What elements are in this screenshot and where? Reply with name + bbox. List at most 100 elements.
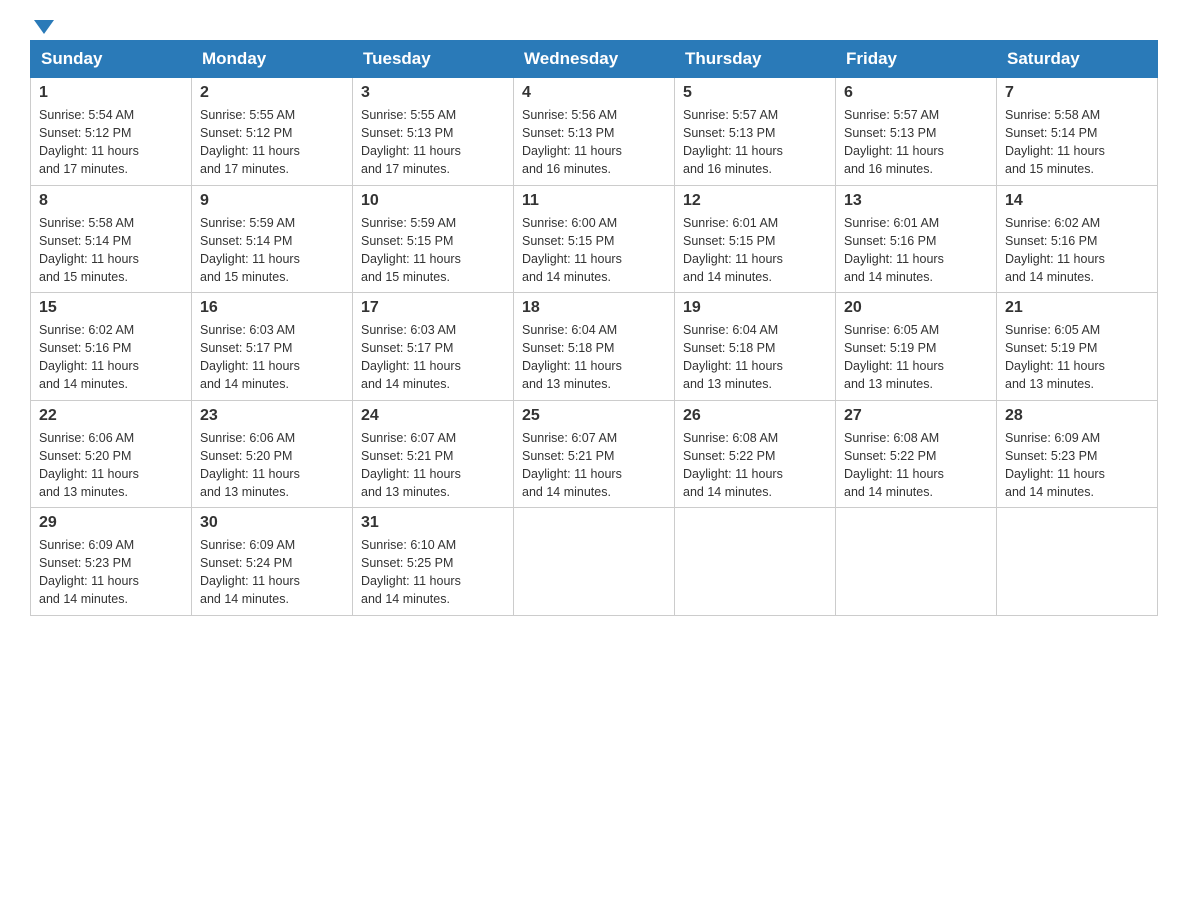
day-number: 13 [844, 192, 988, 210]
day-number: 23 [200, 407, 344, 425]
day-number: 25 [522, 407, 666, 425]
calendar-week-row: 1 Sunrise: 5:54 AMSunset: 5:12 PMDayligh… [31, 78, 1158, 186]
weekday-header-sunday: Sunday [31, 41, 192, 78]
day-info: Sunrise: 6:00 AMSunset: 5:15 PMDaylight:… [522, 214, 666, 287]
day-info: Sunrise: 6:04 AMSunset: 5:18 PMDaylight:… [522, 321, 666, 394]
calendar-cell: 1 Sunrise: 5:54 AMSunset: 5:12 PMDayligh… [31, 78, 192, 186]
calendar-cell [675, 508, 836, 616]
day-number: 27 [844, 407, 988, 425]
day-info: Sunrise: 6:09 AMSunset: 5:23 PMDaylight:… [39, 536, 183, 609]
day-info: Sunrise: 6:02 AMSunset: 5:16 PMDaylight:… [39, 321, 183, 394]
logo-general-text [30, 20, 54, 34]
day-number: 5 [683, 84, 827, 102]
calendar-cell: 14 Sunrise: 6:02 AMSunset: 5:16 PMDaylig… [997, 185, 1158, 293]
calendar-cell: 2 Sunrise: 5:55 AMSunset: 5:12 PMDayligh… [192, 78, 353, 186]
weekday-header-saturday: Saturday [997, 41, 1158, 78]
day-info: Sunrise: 6:07 AMSunset: 5:21 PMDaylight:… [361, 429, 505, 502]
calendar-cell: 3 Sunrise: 5:55 AMSunset: 5:13 PMDayligh… [353, 78, 514, 186]
day-number: 15 [39, 299, 183, 317]
calendar-cell: 13 Sunrise: 6:01 AMSunset: 5:16 PMDaylig… [836, 185, 997, 293]
day-number: 12 [683, 192, 827, 210]
day-info: Sunrise: 5:55 AMSunset: 5:12 PMDaylight:… [200, 106, 344, 179]
logo [30, 20, 54, 30]
calendar-cell: 19 Sunrise: 6:04 AMSunset: 5:18 PMDaylig… [675, 293, 836, 401]
day-number: 9 [200, 192, 344, 210]
day-info: Sunrise: 6:03 AMSunset: 5:17 PMDaylight:… [361, 321, 505, 394]
day-number: 16 [200, 299, 344, 317]
day-info: Sunrise: 5:57 AMSunset: 5:13 PMDaylight:… [683, 106, 827, 179]
calendar-week-row: 15 Sunrise: 6:02 AMSunset: 5:16 PMDaylig… [31, 293, 1158, 401]
day-info: Sunrise: 6:06 AMSunset: 5:20 PMDaylight:… [200, 429, 344, 502]
day-number: 18 [522, 299, 666, 317]
calendar-cell: 5 Sunrise: 5:57 AMSunset: 5:13 PMDayligh… [675, 78, 836, 186]
calendar-cell: 25 Sunrise: 6:07 AMSunset: 5:21 PMDaylig… [514, 400, 675, 508]
day-info: Sunrise: 5:59 AMSunset: 5:15 PMDaylight:… [361, 214, 505, 287]
day-info: Sunrise: 6:08 AMSunset: 5:22 PMDaylight:… [844, 429, 988, 502]
day-info: Sunrise: 5:58 AMSunset: 5:14 PMDaylight:… [1005, 106, 1149, 179]
day-info: Sunrise: 6:01 AMSunset: 5:15 PMDaylight:… [683, 214, 827, 287]
calendar-cell: 23 Sunrise: 6:06 AMSunset: 5:20 PMDaylig… [192, 400, 353, 508]
calendar-cell: 11 Sunrise: 6:00 AMSunset: 5:15 PMDaylig… [514, 185, 675, 293]
calendar-cell: 16 Sunrise: 6:03 AMSunset: 5:17 PMDaylig… [192, 293, 353, 401]
day-number: 6 [844, 84, 988, 102]
day-info: Sunrise: 5:59 AMSunset: 5:14 PMDaylight:… [200, 214, 344, 287]
day-number: 17 [361, 299, 505, 317]
day-info: Sunrise: 5:55 AMSunset: 5:13 PMDaylight:… [361, 106, 505, 179]
day-number: 2 [200, 84, 344, 102]
weekday-header-tuesday: Tuesday [353, 41, 514, 78]
calendar-table: SundayMondayTuesdayWednesdayThursdayFrid… [30, 40, 1158, 616]
day-info: Sunrise: 6:08 AMSunset: 5:22 PMDaylight:… [683, 429, 827, 502]
calendar-cell: 9 Sunrise: 5:59 AMSunset: 5:14 PMDayligh… [192, 185, 353, 293]
day-number: 31 [361, 514, 505, 532]
calendar-cell: 26 Sunrise: 6:08 AMSunset: 5:22 PMDaylig… [675, 400, 836, 508]
calendar-cell [997, 508, 1158, 616]
calendar-week-row: 29 Sunrise: 6:09 AMSunset: 5:23 PMDaylig… [31, 508, 1158, 616]
calendar-cell: 21 Sunrise: 6:05 AMSunset: 5:19 PMDaylig… [997, 293, 1158, 401]
day-info: Sunrise: 6:03 AMSunset: 5:17 PMDaylight:… [200, 321, 344, 394]
weekday-header-wednesday: Wednesday [514, 41, 675, 78]
calendar-week-row: 22 Sunrise: 6:06 AMSunset: 5:20 PMDaylig… [31, 400, 1158, 508]
calendar-cell: 4 Sunrise: 5:56 AMSunset: 5:13 PMDayligh… [514, 78, 675, 186]
calendar-cell: 27 Sunrise: 6:08 AMSunset: 5:22 PMDaylig… [836, 400, 997, 508]
day-info: Sunrise: 6:04 AMSunset: 5:18 PMDaylight:… [683, 321, 827, 394]
weekday-header-thursday: Thursday [675, 41, 836, 78]
weekday-header-monday: Monday [192, 41, 353, 78]
calendar-cell: 7 Sunrise: 5:58 AMSunset: 5:14 PMDayligh… [997, 78, 1158, 186]
day-number: 10 [361, 192, 505, 210]
day-info: Sunrise: 5:58 AMSunset: 5:14 PMDaylight:… [39, 214, 183, 287]
day-info: Sunrise: 6:10 AMSunset: 5:25 PMDaylight:… [361, 536, 505, 609]
calendar-cell: 29 Sunrise: 6:09 AMSunset: 5:23 PMDaylig… [31, 508, 192, 616]
calendar-cell: 17 Sunrise: 6:03 AMSunset: 5:17 PMDaylig… [353, 293, 514, 401]
day-info: Sunrise: 6:05 AMSunset: 5:19 PMDaylight:… [844, 321, 988, 394]
day-info: Sunrise: 5:54 AMSunset: 5:12 PMDaylight:… [39, 106, 183, 179]
calendar-cell: 22 Sunrise: 6:06 AMSunset: 5:20 PMDaylig… [31, 400, 192, 508]
page-header [30, 20, 1158, 30]
day-number: 24 [361, 407, 505, 425]
calendar-cell: 30 Sunrise: 6:09 AMSunset: 5:24 PMDaylig… [192, 508, 353, 616]
day-number: 21 [1005, 299, 1149, 317]
day-info: Sunrise: 6:01 AMSunset: 5:16 PMDaylight:… [844, 214, 988, 287]
calendar-cell: 8 Sunrise: 5:58 AMSunset: 5:14 PMDayligh… [31, 185, 192, 293]
day-info: Sunrise: 6:05 AMSunset: 5:19 PMDaylight:… [1005, 321, 1149, 394]
day-number: 19 [683, 299, 827, 317]
day-info: Sunrise: 6:09 AMSunset: 5:23 PMDaylight:… [1005, 429, 1149, 502]
calendar-cell: 6 Sunrise: 5:57 AMSunset: 5:13 PMDayligh… [836, 78, 997, 186]
day-info: Sunrise: 5:57 AMSunset: 5:13 PMDaylight:… [844, 106, 988, 179]
day-number: 4 [522, 84, 666, 102]
calendar-cell [836, 508, 997, 616]
day-info: Sunrise: 6:09 AMSunset: 5:24 PMDaylight:… [200, 536, 344, 609]
day-number: 29 [39, 514, 183, 532]
day-info: Sunrise: 6:07 AMSunset: 5:21 PMDaylight:… [522, 429, 666, 502]
calendar-cell: 31 Sunrise: 6:10 AMSunset: 5:25 PMDaylig… [353, 508, 514, 616]
day-info: Sunrise: 5:56 AMSunset: 5:13 PMDaylight:… [522, 106, 666, 179]
logo-arrow-icon [34, 20, 54, 34]
calendar-cell: 10 Sunrise: 5:59 AMSunset: 5:15 PMDaylig… [353, 185, 514, 293]
calendar-cell: 12 Sunrise: 6:01 AMSunset: 5:15 PMDaylig… [675, 185, 836, 293]
day-number: 30 [200, 514, 344, 532]
day-number: 11 [522, 192, 666, 210]
day-number: 3 [361, 84, 505, 102]
calendar-cell [514, 508, 675, 616]
day-number: 20 [844, 299, 988, 317]
calendar-cell: 20 Sunrise: 6:05 AMSunset: 5:19 PMDaylig… [836, 293, 997, 401]
day-number: 14 [1005, 192, 1149, 210]
